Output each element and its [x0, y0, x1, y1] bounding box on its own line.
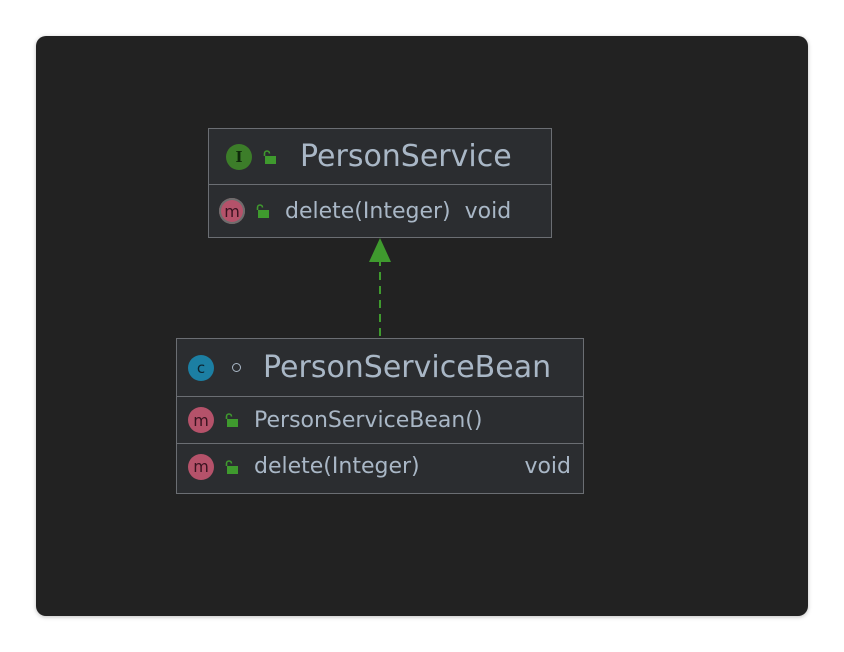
class-node-header: c PersonServiceBean [177, 339, 583, 397]
method-name: delete(Integer) [254, 454, 420, 479]
method-return-type: void [524, 454, 571, 479]
public-lock-icon [225, 413, 238, 427]
realization-arrow [369, 238, 391, 336]
class-method-row[interactable]: m delete(Integer) void [177, 443, 583, 489]
diagram-canvas: I PersonService m delete(Integer) void c… [36, 36, 808, 616]
package-private-dot-icon [232, 363, 241, 372]
class-name: PersonServiceBean [263, 350, 552, 385]
method-icon: m [188, 407, 214, 433]
class-node-personservicebean[interactable]: c PersonServiceBean m PersonServiceBean(… [176, 338, 584, 494]
constructor-name: PersonServiceBean() [254, 407, 483, 433]
public-lock-icon [225, 459, 238, 474]
class-constructor-row[interactable]: m PersonServiceBean() [177, 397, 583, 443]
method-icon: m [188, 453, 214, 480]
class-icon: c [188, 354, 214, 381]
